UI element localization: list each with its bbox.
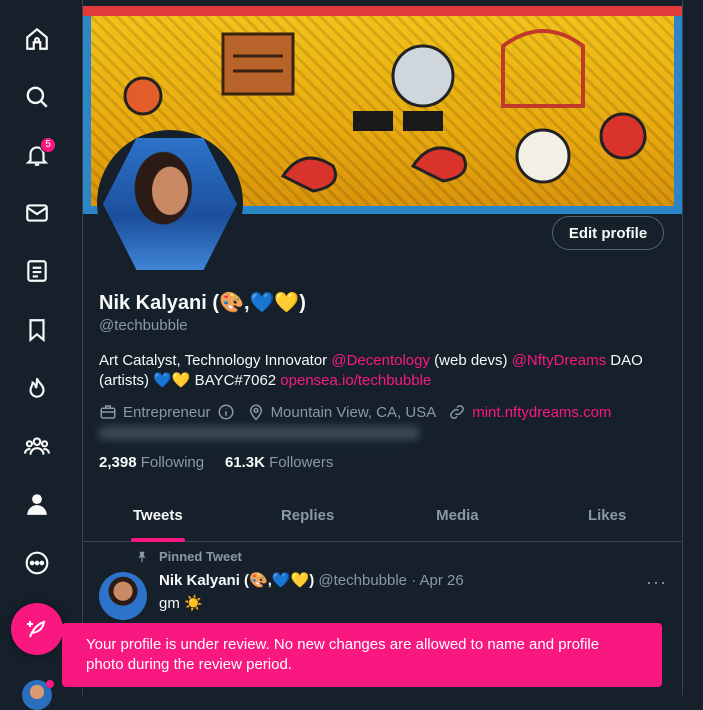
tweet-avatar[interactable] xyxy=(99,572,147,620)
account-status-dot xyxy=(46,680,54,688)
link-icon xyxy=(450,405,465,419)
feather-plus-icon xyxy=(27,620,46,638)
profile-meta: Entrepreneur Mountain View, CA, USA mint… xyxy=(99,403,611,421)
bookmarks-nav[interactable] xyxy=(13,306,61,354)
profile-bio: Art Catalyst, Technology Innovator @Dece… xyxy=(99,351,669,391)
review-toast: Your profile is under review. No new cha… xyxy=(62,623,662,687)
profile-column: Edit profile Nik Kalyani (🎨,💙💛) @techbub… xyxy=(82,0,683,695)
left-nav: 5 xyxy=(0,0,74,710)
bio-text: (web devs) xyxy=(429,352,512,369)
followers-count: 61.3K xyxy=(224,454,265,471)
tweet-author[interactable]: Nik Kalyani (🎨,💙💛) xyxy=(159,572,314,589)
pinned-indicator: Pinned Tweet xyxy=(135,549,242,564)
location: Mountain View, CA, USA xyxy=(270,403,437,421)
tweet-handle[interactable]: @techbubble xyxy=(318,572,407,589)
following-count: 2,398 xyxy=(99,454,137,471)
messages-icon xyxy=(26,204,48,222)
tweet-text: gm ☀️ xyxy=(159,595,203,612)
info-icon[interactable] xyxy=(217,403,235,421)
profile-icon xyxy=(27,494,47,515)
bio-link-opensea[interactable]: opensea.io/techbubble xyxy=(280,372,431,389)
tab-likes[interactable]: Likes xyxy=(532,493,682,541)
tweet-date[interactable]: Apr 26 xyxy=(420,572,464,589)
flame-icon xyxy=(29,377,45,398)
following-label: Following xyxy=(140,454,205,471)
tab-media[interactable]: Media xyxy=(383,493,533,541)
blurred-meta-row xyxy=(99,426,419,440)
explore-icon xyxy=(26,86,48,108)
edit-profile-button[interactable]: Edit profile xyxy=(552,216,664,250)
following-stat[interactable]: 2,398 Following xyxy=(99,454,204,471)
tweet-header: Nik Kalyani (🎨,💙💛) @techbubble · Apr 26 xyxy=(159,571,464,589)
bio-link-decentology[interactable]: @Decentology xyxy=(331,352,430,369)
lists-icon xyxy=(27,260,47,282)
explore-nav[interactable] xyxy=(13,73,61,121)
website-link[interactable]: mint.nftydreams.com xyxy=(472,404,611,421)
lists-nav[interactable] xyxy=(13,247,61,295)
location-pin-icon xyxy=(249,404,262,421)
notification-badge: 5 xyxy=(40,137,56,153)
compose-tweet-button[interactable] xyxy=(11,603,63,655)
profile-nav[interactable] xyxy=(13,480,61,528)
more-icon xyxy=(25,551,49,575)
pinned-label: Pinned Tweet xyxy=(159,549,242,564)
notifications-nav[interactable]: 5 xyxy=(13,131,61,179)
bio-text: Art Catalyst, Technology Innovator xyxy=(99,352,332,369)
topics-nav[interactable] xyxy=(13,364,61,412)
bookmarks-icon xyxy=(29,319,45,343)
followers-label: Followers xyxy=(269,454,334,471)
communities-icon xyxy=(24,437,50,455)
more-nav[interactable] xyxy=(13,539,61,587)
messages-nav[interactable] xyxy=(13,189,61,237)
briefcase-icon xyxy=(100,405,116,419)
tab-replies[interactable]: Replies xyxy=(233,493,383,541)
followers-stat[interactable]: 61.3K Followers xyxy=(225,454,333,471)
pin-icon xyxy=(138,551,146,562)
tab-tweets[interactable]: Tweets xyxy=(83,493,233,541)
home-icon xyxy=(26,27,48,50)
profile-tabs: Tweets Replies Media Likes xyxy=(83,493,682,542)
profile-handle: @techbubble xyxy=(99,317,188,334)
tweet-separator: · xyxy=(411,572,417,589)
profile-name: Nik Kalyani (🎨,💙💛) xyxy=(99,292,306,314)
communities-nav[interactable] xyxy=(13,422,61,470)
bio-link-nftydreams[interactable]: @NftyDreams xyxy=(512,352,606,369)
follow-stats: 2,398 Following 61.3K Followers xyxy=(99,454,333,471)
profession: Entrepreneur xyxy=(123,403,211,421)
home-nav[interactable] xyxy=(13,15,61,63)
tweet-more-icon[interactable]: ··· xyxy=(646,572,667,593)
